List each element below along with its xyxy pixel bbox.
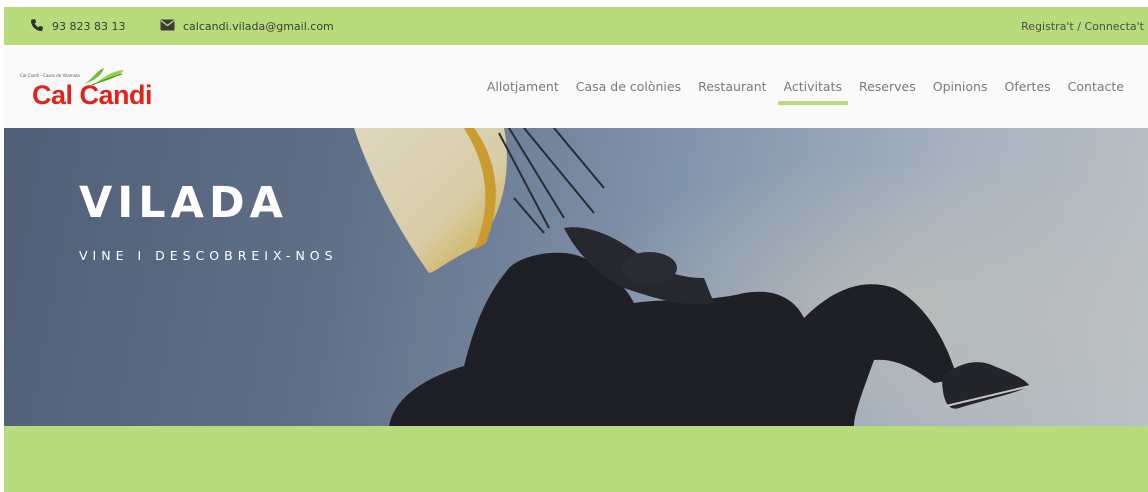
phone-contact[interactable]: 93 823 83 13 xyxy=(30,7,125,45)
green-band xyxy=(4,426,1148,492)
envelope-icon xyxy=(160,19,175,34)
nav-item-reserves[interactable]: Reserves xyxy=(859,45,916,128)
paragliding-photo xyxy=(4,128,1148,426)
hero-banner: VILADA VINE I DESCOBREIX-NOS xyxy=(4,128,1148,426)
nav-item-opinions[interactable]: Opinions xyxy=(933,45,988,128)
phone-number: 93 823 83 13 xyxy=(52,19,126,33)
nav-item-casa-de-colonies[interactable]: Casa de colònies xyxy=(576,45,681,128)
active-nav-indicator xyxy=(777,101,848,105)
logo-wordmark: Cal Candi xyxy=(32,80,153,110)
top-contact-bar: 93 823 83 13 calcandi.vilada@gmail.com R… xyxy=(4,7,1148,45)
phone-icon xyxy=(30,18,44,35)
main-navigation: Allotjament Casa de colònies Restaurant … xyxy=(487,45,1124,128)
hero-title: VILADA xyxy=(79,178,288,228)
nav-item-allotjament[interactable]: Allotjament xyxy=(487,45,559,128)
nav-item-activitats[interactable]: Activitats xyxy=(777,45,848,128)
email-address: calcandi.vilada@gmail.com xyxy=(183,19,334,33)
site-header: Cal Candi - Cases de Vilamala Cal Candi … xyxy=(4,45,1148,128)
nav-item-contacte[interactable]: Contacte xyxy=(1068,45,1124,128)
nav-item-ofertes[interactable]: Ofertes xyxy=(1004,45,1050,128)
login-register-link[interactable]: Registra't / Connecta't xyxy=(1021,7,1144,45)
nav-item-restaurant[interactable]: Restaurant xyxy=(698,45,766,128)
page: 93 823 83 13 calcandi.vilada@gmail.com R… xyxy=(4,7,1148,492)
logo-tagline: Cal Candi - Cases de Vilamala xyxy=(20,73,80,78)
email-contact[interactable]: calcandi.vilada@gmail.com xyxy=(160,7,334,45)
site-logo[interactable]: Cal Candi - Cases de Vilamala Cal Candi xyxy=(20,65,160,110)
hero-subtitle: VINE I DESCOBREIX-NOS xyxy=(79,248,338,263)
